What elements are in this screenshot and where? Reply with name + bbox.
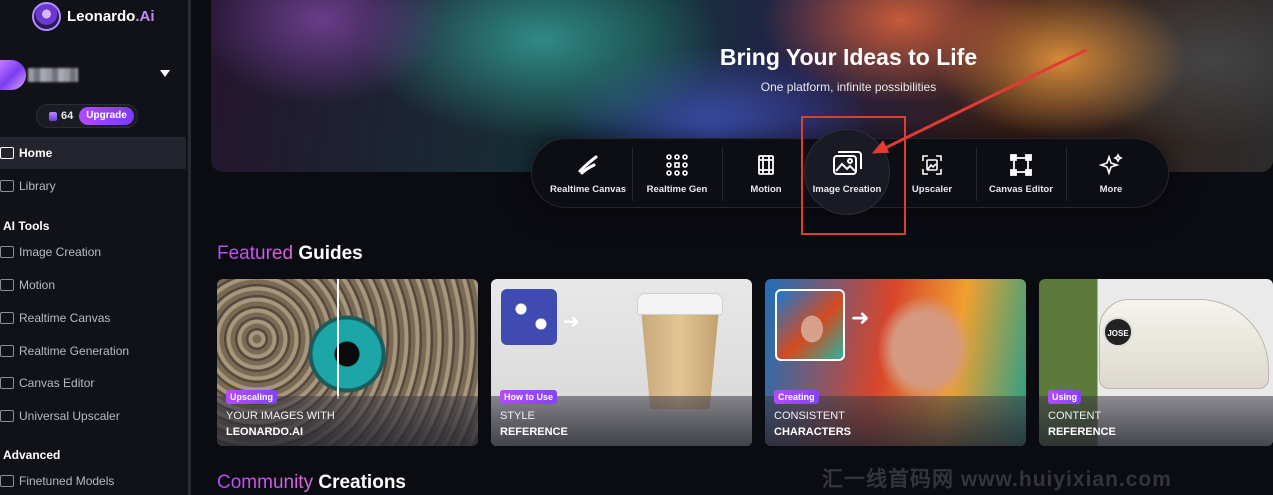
tool-realtime-canvas[interactable]: Realtime Canvas [544, 139, 632, 209]
sidebar-scrollbar[interactable] [188, 0, 191, 495]
tool-realtime-gen[interactable]: Realtime Gen [633, 139, 721, 209]
cup-image [641, 309, 719, 409]
featured-guides-heading: Featured Guides [217, 243, 363, 264]
card-title-line1: STYLE [500, 410, 535, 422]
upscale-icon [0, 410, 14, 422]
chevron-down-icon[interactable] [160, 70, 170, 77]
sidebar: Leonardo.Ai 64 Upgrade Home Library AI T… [0, 0, 188, 495]
card-tag: Upscaling [226, 390, 278, 404]
card-tag: How to Use [500, 390, 558, 404]
card-tag: Using [1048, 390, 1082, 404]
card-title-line2: CHARACTERS [774, 426, 851, 438]
sidebar-item-label: Finetuned Models [19, 474, 115, 488]
card-title-line1: CONTENT [1048, 410, 1102, 422]
grid-icon [666, 154, 688, 176]
brush-icon [578, 155, 598, 175]
home-icon [0, 147, 14, 159]
film-icon [758, 155, 774, 175]
canvas-icon [0, 377, 14, 389]
upscale-icon [922, 155, 942, 175]
film-icon [0, 279, 14, 291]
sidebar-item-home[interactable]: Home [0, 137, 186, 169]
token-icon [49, 111, 57, 121]
community-creations-heading: Community Creations [217, 472, 406, 493]
sidebar-item-label: Realtime Canvas [19, 311, 111, 325]
sidebar-item-realtime-generation[interactable]: Realtime Generation [0, 335, 186, 367]
tool-label: Canvas Editor [989, 184, 1053, 195]
sparkle-icon [1099, 153, 1123, 176]
section-title-advanced: Advanced [3, 448, 61, 462]
tool-label: Upscaler [911, 184, 953, 195]
sidebar-item-realtime-canvas[interactable]: Realtime Canvas [0, 302, 186, 334]
sidebar-item-label: Image Creation [19, 245, 102, 259]
tool-more[interactable]: More [1067, 139, 1155, 209]
card-tag: Creating [774, 390, 819, 404]
sidebar-item-canvas-editor[interactable]: Canvas Editor [0, 367, 186, 399]
cup-lid-image [637, 293, 723, 315]
arrow-right-icon: ➜ [563, 311, 580, 333]
guide-card-content-reference[interactable]: JOSE Using CONTENT REFERENCE [1039, 279, 1273, 446]
tool-motion[interactable]: Motion [722, 139, 810, 209]
card-title-line1: CONSISTENT [774, 410, 845, 422]
tool-label: Realtime Gen [646, 184, 708, 195]
guide-card-upscaling[interactable]: Upscaling YOUR IMAGES WITH LEONARDO.AI [217, 279, 478, 446]
sidebar-item-motion[interactable]: Motion [0, 269, 186, 301]
watermark: 汇一线首码网 www.huiyixian.com [822, 468, 1172, 491]
shoe-badge: JOSE [1103, 317, 1133, 347]
credit-count: 64 [61, 110, 74, 122]
hero-title: Bring Your Ideas to Life [719, 44, 978, 70]
sidebar-item-label: Library [19, 179, 56, 193]
sidebar-item-label: Home [19, 146, 53, 160]
credits-badge[interactable]: 64 Upgrade [36, 104, 138, 128]
sidebar-item-label: Motion [19, 278, 56, 292]
guide-card-consistent-characters[interactable]: ➜ Creating CONSISTENT CHARACTERS [765, 279, 1026, 446]
before-after-divider [337, 279, 339, 399]
reference-face-thumbnail [775, 289, 845, 361]
card-title-line1: YOUR IMAGES WITH [226, 410, 335, 422]
arrow-right-icon: ➜ [851, 305, 870, 330]
canvas-icon [1010, 154, 1032, 176]
cube-icon [0, 475, 14, 487]
sidebar-item-universal-upscaler[interactable]: Universal Upscaler [0, 400, 186, 432]
section-title-ai-tools: AI Tools [3, 219, 50, 233]
annotation-highlight-box [801, 116, 906, 235]
card-title-line2: REFERENCE [1048, 426, 1116, 438]
tool-label: Motion [750, 184, 782, 195]
logo[interactable]: Leonardo.Ai [32, 2, 155, 31]
sidebar-item-label: Realtime Generation [19, 344, 130, 358]
sidebar-item-label: Universal Upscaler [19, 409, 120, 423]
brush-icon [0, 312, 14, 324]
card-title-line2: REFERENCE [500, 426, 568, 438]
sidebar-item-library[interactable]: Library [0, 170, 186, 202]
grid-icon [0, 345, 14, 357]
hero-subtitle: One platform, infinite possibilities [760, 80, 937, 94]
library-icon [0, 180, 14, 192]
guide-card-style-reference[interactable]: ➜ How to Use STYLE REFERENCE [491, 279, 752, 446]
tool-label: Realtime Canvas [549, 184, 627, 195]
image-icon [0, 246, 14, 258]
upgrade-button[interactable]: Upgrade [79, 107, 134, 125]
sidebar-item-image-creation[interactable]: Image Creation [0, 236, 186, 268]
tool-canvas-editor[interactable]: Canvas Editor [977, 139, 1065, 209]
sidebar-item-label: Canvas Editor [19, 376, 95, 390]
logo-text: Leonardo.Ai [67, 8, 155, 25]
sidebar-item-finetuned-models[interactable]: Finetuned Models [0, 465, 186, 495]
card-title-line2: LEONARDO.AI [226, 426, 303, 438]
floral-swatch-image [501, 289, 557, 345]
tool-label: More [1099, 184, 1123, 195]
leonardo-logo-icon [32, 2, 61, 31]
